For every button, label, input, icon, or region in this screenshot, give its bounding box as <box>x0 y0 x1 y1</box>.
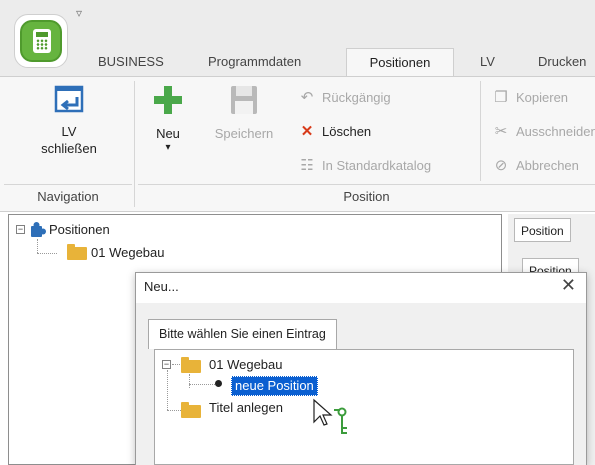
cancel-circle-icon: ⊘ <box>494 157 508 174</box>
folder-icon <box>181 357 201 373</box>
lv-close-label-2: schließen <box>41 141 97 156</box>
copy-icon: ❐ <box>494 89 508 106</box>
bullet-icon <box>215 380 222 387</box>
dialog-body: Bitte wählen Sie einen Eintrag − 01 Wege… <box>136 303 586 465</box>
tree-node-positionen[interactable]: Positionen <box>49 222 110 238</box>
cancel-label: Abbrechen <box>516 158 579 173</box>
tab-business[interactable]: BUSINESS <box>88 48 174 76</box>
ribbon: LV schließen Navigation Neu ▾ Speichern … <box>0 76 595 212</box>
dialog-title: Neu... <box>144 279 179 294</box>
undo-icon: ↶ <box>300 89 314 106</box>
delete-x-icon: ✕ <box>300 123 314 140</box>
plus-icon <box>154 86 182 114</box>
tree-node-new-position[interactable]: neue Position <box>231 376 318 396</box>
tree-collapse-icon[interactable]: − <box>16 225 25 234</box>
tab-programmdaten[interactable]: Programmdaten <box>198 48 311 76</box>
tree-collapse-icon[interactable]: − <box>162 360 171 369</box>
group-label-position: Position <box>343 189 390 204</box>
copy-label: Kopieren <box>516 90 569 105</box>
tab-drucken[interactable]: Drucken <box>528 48 595 76</box>
tab-positionen[interactable]: Positionen <box>346 48 454 76</box>
scissors-icon: ✂ <box>494 123 508 140</box>
quick-access-dropdown[interactable]: ▿ <box>76 6 82 20</box>
drag-cursor-icon <box>313 398 347 434</box>
new-button[interactable]: Neu ▾ <box>143 83 193 154</box>
catalog-list-icon: ☷ <box>300 157 314 174</box>
title-bar: ▿ BUSINESS Programmdaten Positionen LV D… <box>0 0 595 76</box>
positions-puzzle-icon <box>31 222 46 237</box>
tree-node-01-wegebau[interactable]: 01 Wegebau <box>91 245 165 261</box>
new-dialog: Neu... ✕ Bitte wählen Sie einen Eintrag … <box>135 272 587 465</box>
tree-node-create-title[interactable]: Titel anlegen <box>209 400 283 416</box>
tab-select-entry[interactable]: Bitte wählen Sie einen Eintrag <box>148 319 337 349</box>
lv-close-icon <box>54 85 84 113</box>
ribbon-tabs: BUSINESS Programmdaten Positionen LV Dru… <box>0 48 595 76</box>
tree-node-01-wegebau[interactable]: 01 Wegebau <box>209 357 283 373</box>
floppy-disk-icon <box>231 86 257 114</box>
new-dropdown-arrow-icon[interactable]: ▾ <box>143 142 193 154</box>
standard-catalog-label: In Standardkatalog <box>322 158 432 173</box>
undo-label: Rückgängig <box>322 90 391 105</box>
lv-close-button[interactable]: LV schließen <box>24 83 114 157</box>
tab-lv[interactable]: LV <box>470 48 505 76</box>
tab-position-detail[interactable]: Position <box>514 218 571 242</box>
entry-tree[interactable]: − 01 Wegebau neue Position Titel anlegen <box>154 349 574 465</box>
cut-label: Ausschneiden <box>516 124 595 139</box>
delete-label: Löschen <box>322 124 372 139</box>
save-button[interactable]: Speichern <box>208 83 280 142</box>
save-label: Speichern <box>214 126 274 141</box>
close-icon[interactable]: ✕ <box>561 275 576 296</box>
group-label-navigation: Navigation <box>37 189 99 204</box>
folder-icon <box>67 244 87 260</box>
folder-icon <box>181 402 201 418</box>
new-label: Neu <box>156 126 180 141</box>
lv-close-label-1: LV <box>61 124 77 139</box>
